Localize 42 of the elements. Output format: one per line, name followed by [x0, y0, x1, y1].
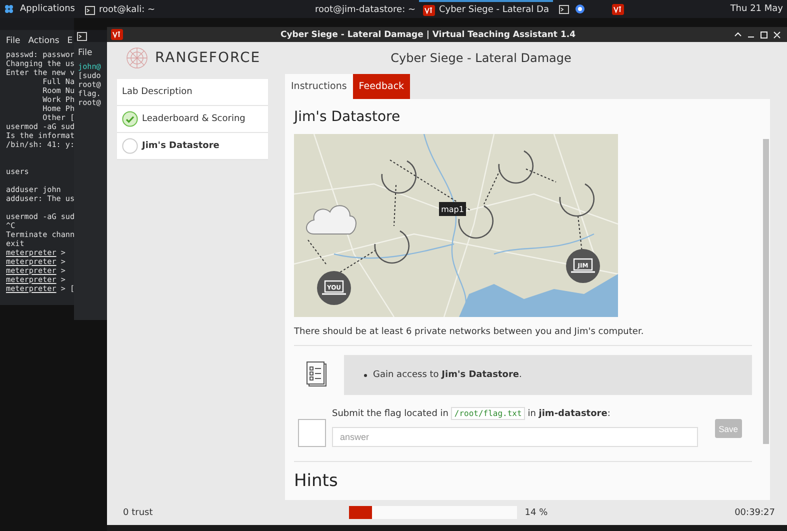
tab[interactable]: Feedback	[352, 74, 410, 99]
trust-score: 0 trust	[123, 508, 153, 518]
browser-icon[interactable]	[575, 4, 585, 14]
sidebar-item[interactable]: Jim's Datastore	[117, 133, 268, 160]
menu-item[interactable]: Actions	[28, 36, 60, 46]
sidebar-item[interactable]: Leaderboard & Scoring	[117, 106, 268, 133]
terminal-icon[interactable]	[559, 4, 569, 14]
terminal-icon[interactable]	[77, 32, 87, 40]
laptop-icon	[317, 271, 351, 305]
menu-item[interactable]: File	[6, 36, 20, 46]
clock: Thu 21 May	[730, 4, 783, 14]
vta-logo-icon	[422, 4, 435, 16]
sidebar-item[interactable]: Lab Description	[117, 79, 268, 106]
brand-name: RANGEFORCE	[155, 50, 261, 66]
map-tooltip: map1	[439, 202, 466, 216]
terminal-icon[interactable]	[84, 6, 95, 14]
menu-item[interactable]: E	[67, 36, 73, 46]
progress-reading: 14 %	[524, 508, 548, 518]
menu-item[interactable]: File	[78, 48, 92, 58]
section-heading: Hints	[294, 472, 339, 490]
cloud-icon	[306, 205, 356, 234]
window-title: Cyber Siege - Lateral Damage | Virtual Teaching Assistant 1.4	[279, 30, 577, 40]
taskbar-task[interactable]: root@kali: ~	[80, 0, 301, 18]
timer: 00:39:27	[734, 508, 775, 518]
section-heading: Jim's Datastore	[294, 109, 402, 125]
page-title: Cyber Siege - Lateral Damage	[390, 51, 572, 65]
question-text: Submit the flag located in /root/flag.txt in jim-datastore:	[332, 409, 612, 419]
applications-menu[interactable]: Applications	[20, 4, 75, 14]
apps-menu-icon[interactable]	[4, 4, 14, 14]
vta-logo-icon	[111, 29, 123, 40]
objective-text: Gain access to Jim's Datastore.	[373, 370, 522, 380]
vta-logo-icon	[612, 4, 624, 14]
laptop-icon	[566, 249, 600, 283]
checklist-icon	[306, 361, 328, 387]
scrollbar-thumb[interactable]	[763, 139, 769, 444]
tab[interactable]: Instructions	[285, 74, 353, 99]
description-text: There should be at least 6 private networks between you and Jim's computer.	[294, 327, 645, 337]
taskbar-task[interactable]: root@jim-datastore: ~	[306, 0, 413, 18]
bullet-icon	[364, 374, 367, 377]
taskbar-task[interactable]: Cyber Siege - Lateral Da	[418, 0, 553, 18]
window-controls-icon[interactable]	[733, 30, 783, 39]
rangeforce-logo-icon	[125, 46, 149, 70]
